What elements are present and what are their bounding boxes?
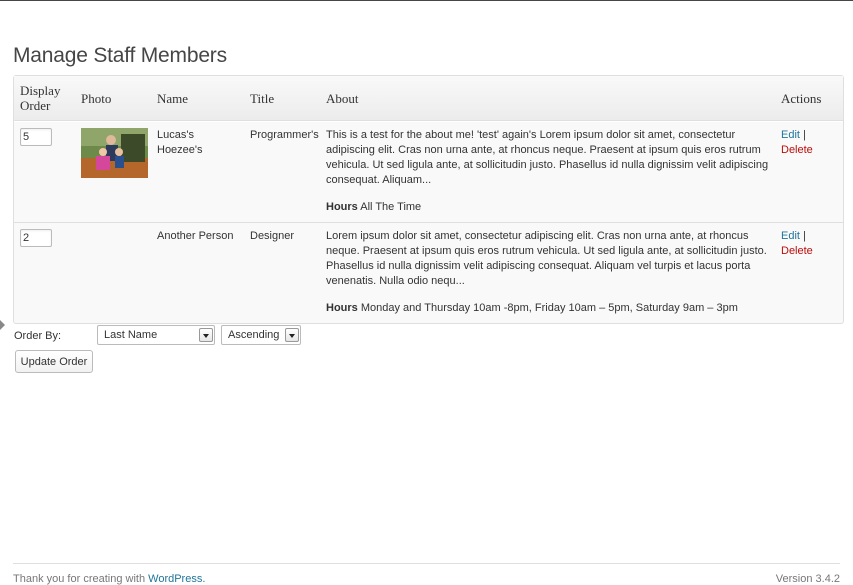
- order-by-select[interactable]: Last Name: [97, 325, 215, 345]
- about-cell: Lorem ipsum dolor sit amet, consectetur …: [320, 222, 775, 323]
- footer-thanks-text: Thank you for creating with: [13, 573, 146, 585]
- admin-bar-edge: [0, 0, 853, 1]
- photo-cell: [75, 222, 151, 323]
- hours-label: Hours: [326, 302, 358, 314]
- order-by-selected-value: Last Name: [104, 329, 158, 341]
- staff-photo: [81, 128, 148, 178]
- order-direction-selected-value: Ascending: [228, 329, 280, 341]
- collapse-arrow-icon[interactable]: [0, 320, 5, 330]
- hours-label: Hours: [326, 201, 358, 213]
- table-row: Another Person Designer Lorem ipsum dolo…: [14, 222, 843, 323]
- page-title: Manage Staff Members: [13, 44, 227, 67]
- about-text: Lorem ipsum dolor sit amet, consectetur …: [326, 230, 767, 287]
- order-controls: Order By: Last Name Ascending: [13, 324, 413, 348]
- actions-cell: Edit | Delete: [775, 121, 843, 222]
- hours-line: Hours All The Time: [326, 200, 769, 215]
- title-cell: Programmer's: [244, 121, 320, 222]
- footer-thanks: Thank you for creating with WordPress.: [13, 573, 205, 585]
- footer-version: Version 3.4.2: [775, 573, 840, 585]
- column-header-actions: Actions: [775, 76, 843, 121]
- column-header-photo: Photo: [75, 76, 151, 121]
- column-header-display-order: Display Order: [14, 76, 75, 121]
- name-cell: Lucas's Hoezee's: [151, 121, 244, 222]
- delete-link[interactable]: Delete: [781, 245, 813, 257]
- edit-link[interactable]: Edit: [781, 230, 800, 242]
- edit-link[interactable]: Edit: [781, 129, 800, 141]
- delete-link[interactable]: Delete: [781, 144, 813, 156]
- name-cell: Another Person: [151, 222, 244, 323]
- chevron-down-icon: [285, 328, 299, 342]
- order-cell: [14, 222, 75, 323]
- action-separator: |: [803, 129, 806, 141]
- staff-table: Display Order Photo Name Title About Act…: [13, 75, 844, 324]
- order-cell: [14, 121, 75, 222]
- order-direction-select[interactable]: Ascending: [221, 325, 301, 345]
- column-header-name: Name: [151, 76, 244, 121]
- about-cell: This is a test for the about me! 'test' …: [320, 121, 775, 222]
- order-by-label: Order By:: [14, 330, 62, 342]
- table-header-row: Display Order Photo Name Title About Act…: [14, 76, 843, 121]
- chevron-down-icon: [199, 328, 213, 342]
- wordpress-link[interactable]: WordPress.: [148, 573, 205, 585]
- photo-cell: [75, 121, 151, 222]
- footer-divider: [13, 563, 840, 564]
- display-order-input[interactable]: [20, 229, 52, 247]
- column-header-about: About: [320, 76, 775, 121]
- action-separator: |: [803, 230, 806, 242]
- hours-line: Hours Monday and Thursday 10am -8pm, Fri…: [326, 301, 769, 316]
- update-order-button[interactable]: Update Order: [15, 350, 93, 373]
- title-cell: Designer: [244, 222, 320, 323]
- display-order-input[interactable]: [20, 128, 52, 146]
- hours-value: All The Time: [360, 201, 422, 213]
- about-text: This is a test for the about me! 'test' …: [326, 129, 769, 186]
- column-header-title: Title: [244, 76, 320, 121]
- hours-value: Monday and Thursday 10am -8pm, Friday 10…: [360, 302, 738, 314]
- table-row: Lucas's Hoezee's Programmer's This is a …: [14, 121, 843, 222]
- actions-cell: Edit | Delete: [775, 222, 843, 323]
